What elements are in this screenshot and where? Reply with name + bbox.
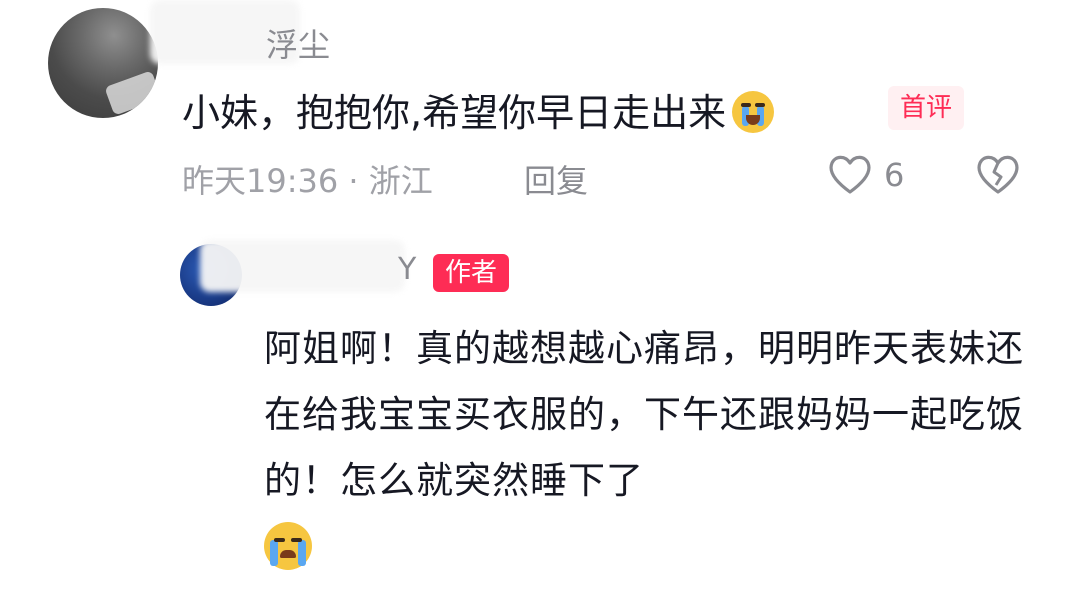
comment-body: 小妹，抱抱你,希望你早日走出来 [182,91,727,135]
comment-text: 小妹，抱抱你,希望你早日走出来 [182,82,775,137]
crying-emoji-icon [732,90,775,133]
first-comment-badge: 首评 [888,86,965,130]
reply-button[interactable]: 回复 [524,156,588,202]
reply-username-blur [200,240,405,292]
reply-text: 阿姐啊！真的越想越心痛昂，明明昨天表妹还在给我宝宝买衣服的，下午还跟妈妈一起吃饭… [264,316,1044,591]
broken-heart-dislike-icon[interactable] [974,152,1022,196]
heart-like-icon[interactable] [826,152,874,196]
like-count: 6 [884,156,905,194]
comment-meta: 昨天19:36 · 浙江 [182,162,433,200]
reply-username[interactable]: Y [398,252,416,287]
comment-username[interactable]: 浮尘 [266,20,330,66]
author-badge: 作者 [433,254,510,292]
avatar[interactable] [48,8,158,118]
sobbing-emoji-icon [264,522,312,570]
reply-body: 阿姐啊！真的越想越心痛昂，明明昨天表妹还在给我宝宝买衣服的，下午还跟妈妈一起吃饭… [264,327,1024,502]
